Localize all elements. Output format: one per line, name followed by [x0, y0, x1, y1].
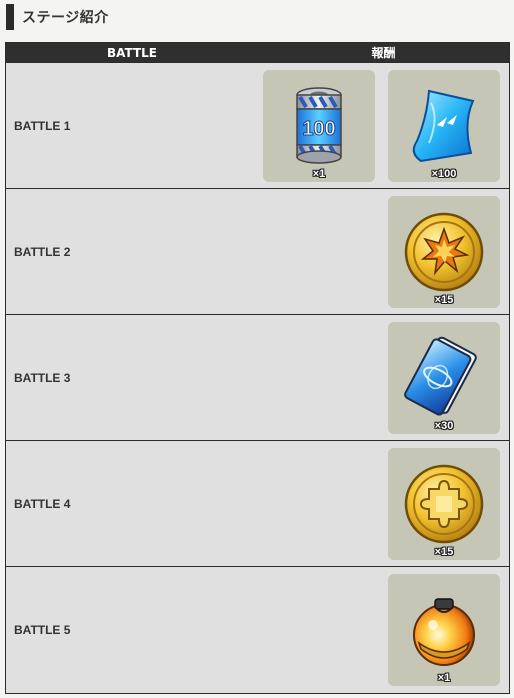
- reward-item[interactable]: ×30: [388, 321, 500, 434]
- reward-list: 100 ×1 ×100: [263, 63, 500, 188]
- battle-label: BATTLE 4: [14, 496, 71, 511]
- reward-item[interactable]: ×1: [388, 573, 500, 686]
- blue-card-icon: [404, 336, 477, 416]
- reward-item[interactable]: ×15: [388, 447, 500, 560]
- reward-quantity: ×30: [434, 419, 454, 432]
- table-row: BATTLE 4 ×15: [6, 440, 509, 566]
- reward-quantity: ×100: [431, 167, 457, 180]
- table-row: BATTLE 2 ×15: [6, 188, 509, 314]
- table-row: BATTLE 3 ×30: [6, 314, 509, 440]
- battle-label: BATTLE 5: [14, 622, 71, 637]
- reward-quantity: ×15: [434, 293, 454, 306]
- header-reward: 報酬: [371, 46, 396, 60]
- reward-quantity: ×1: [437, 671, 451, 684]
- canister-number: 100: [302, 118, 335, 140]
- reward-item[interactable]: ×100: [388, 69, 500, 182]
- reward-item[interactable]: 100 ×1: [263, 69, 375, 182]
- stage-reward-table: BATTLE 報酬 BATTLE 1 100 ×1 ×100 BATTLE 2 …: [5, 42, 510, 694]
- table-header: BATTLE 報酬: [6, 43, 509, 62]
- gold-puzzle-medal-icon: [404, 464, 484, 543]
- header-battle: BATTLE: [107, 45, 157, 60]
- reward-list: ×15: [388, 441, 500, 566]
- reward-list: ×30: [388, 315, 500, 440]
- section-header: ステージ紹介: [6, 4, 109, 30]
- blue-ticket-icon: [412, 89, 475, 162]
- battle-label: BATTLE 3: [14, 370, 71, 385]
- reward-list: ×1: [388, 567, 500, 692]
- reward-list: ×15: [388, 189, 500, 314]
- table-row: BATTLE 5 ×1: [6, 566, 509, 692]
- section-title: ステージ紹介: [22, 10, 109, 26]
- gold-burst-medal-icon: [404, 212, 484, 291]
- table-row: BATTLE 1 100 ×1 ×100: [6, 62, 509, 188]
- reward-quantity: ×1: [312, 167, 326, 180]
- battle-label: BATTLE 1: [14, 118, 71, 133]
- reward-quantity: ×15: [434, 545, 454, 558]
- energy-canister-icon: 100: [296, 86, 342, 164]
- reward-item[interactable]: ×15: [388, 195, 500, 308]
- orange-orb-icon: [413, 597, 475, 666]
- battle-label: BATTLE 2: [14, 244, 71, 259]
- section-marker: [6, 4, 14, 30]
